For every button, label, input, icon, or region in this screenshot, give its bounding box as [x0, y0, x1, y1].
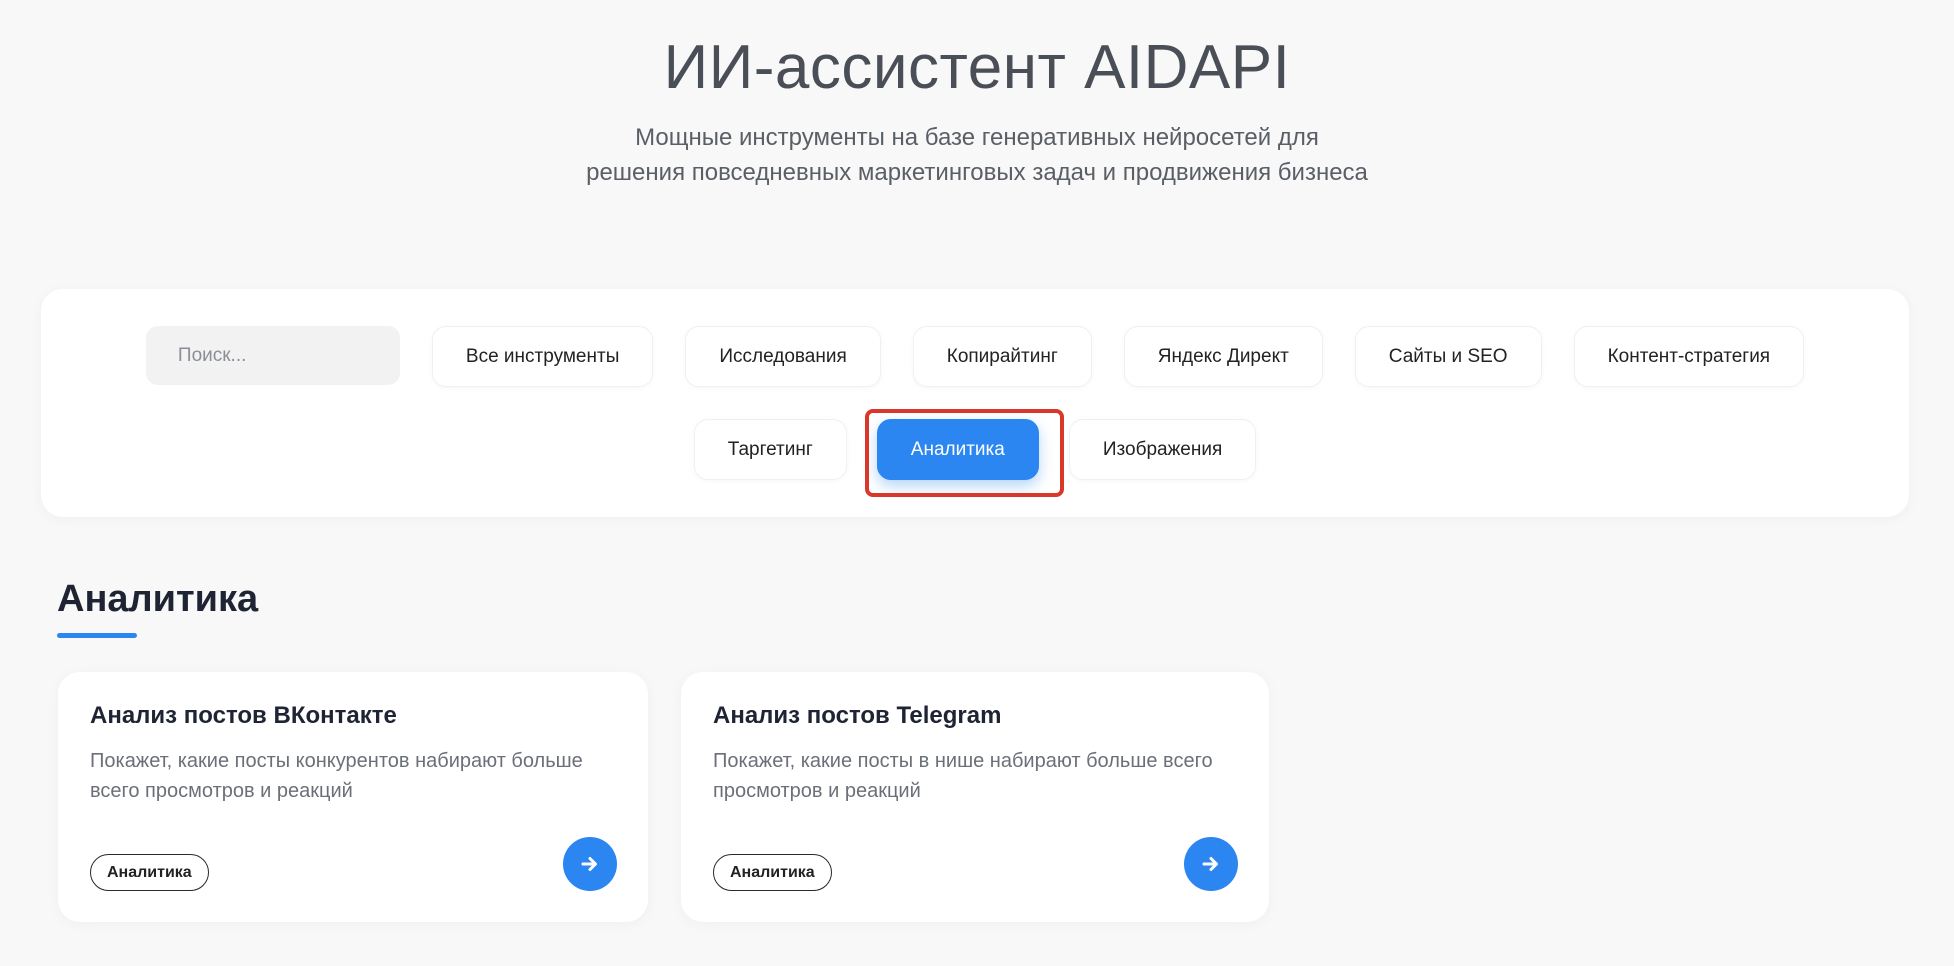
subtitle-line-1: Мощные инструменты на базе генеративных … — [635, 124, 1319, 151]
filter-content-strategy[interactable]: Контент-стратегия — [1573, 326, 1805, 387]
active-filter-wrapper: Аналитика — [864, 409, 1064, 497]
card-title: Анализ постов Telegram — [713, 702, 1002, 729]
tool-card-vk[interactable]: Анализ постов ВКонтакте Покажет, какие п… — [58, 672, 648, 922]
page-subtitle: Мощные инструменты на базе генеративных … — [527, 120, 1427, 190]
filter-yandex-direct[interactable]: Яндекс Директ — [1123, 326, 1323, 387]
section-title: Аналитика — [57, 578, 259, 620]
filter-images[interactable]: Изображения — [1068, 419, 1257, 480]
page-title: ИИ-ассистент AIDAPI — [663, 33, 1291, 102]
filter-all-tools[interactable]: Все инструменты — [431, 326, 654, 387]
filter-targeting[interactable]: Таргетинг — [693, 419, 847, 480]
card-description: Покажет, какие посты конкурентов набираю… — [90, 750, 583, 802]
filter-copywriting[interactable]: Копирайтинг — [912, 326, 1092, 387]
card-tag: Аналитика — [90, 854, 209, 891]
open-tool-button[interactable] — [563, 837, 617, 891]
filter-panel: Все инструменты Исследования Копирайтинг… — [41, 289, 1909, 517]
arrow-right-icon — [1202, 857, 1218, 871]
section-title-underline — [57, 633, 137, 638]
card-title: Анализ постов ВКонтакте — [90, 702, 397, 729]
filter-row-1: Все инструменты Исследования Копирайтинг… — [41, 326, 1909, 387]
arrow-right-icon — [581, 857, 597, 871]
filter-analytics[interactable]: Аналитика — [876, 419, 1039, 480]
filter-research[interactable]: Исследования — [685, 326, 881, 387]
open-tool-button[interactable] — [1184, 837, 1238, 891]
filter-row-2: Таргетинг Аналитика Изображения — [41, 409, 1909, 497]
search-input[interactable] — [145, 326, 400, 385]
filter-sites-seo[interactable]: Сайты и SEO — [1354, 326, 1542, 387]
card-tag: Аналитика — [713, 854, 832, 891]
tool-card-telegram[interactable]: Анализ постов Telegram Покажет, какие по… — [681, 672, 1269, 922]
card-description: Покажет, какие посты в нише набирают бол… — [713, 750, 1213, 802]
subtitle-line-2: решения повседневных маркетинговых задач… — [586, 159, 1368, 186]
hero: ИИ-ассистент AIDAPI Мощные инструменты н… — [0, 0, 1954, 190]
